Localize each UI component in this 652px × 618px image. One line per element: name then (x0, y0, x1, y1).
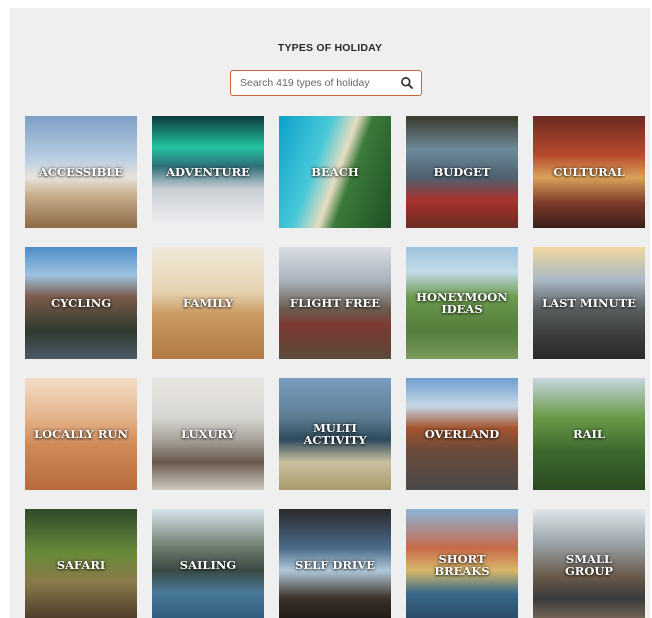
tile-self-drive[interactable]: SELF DRIVE (279, 509, 391, 618)
tile-label: BEACH (311, 165, 359, 179)
tile-cultural[interactable]: CULTURAL (533, 116, 645, 228)
tile-small-group[interactable]: SMALL GROUP (533, 509, 645, 618)
tile-label: RAIL (573, 427, 605, 441)
tile-label: HONEYMOON IDEAS (416, 290, 508, 316)
tile-label: MULTI ACTIVITY (303, 421, 367, 447)
tile-short-breaks[interactable]: SHORT BREAKS (406, 509, 518, 618)
tile-beach[interactable]: BEACH (279, 116, 391, 228)
tile-flight-free[interactable]: FLIGHT FREE (279, 247, 391, 359)
tile-budget[interactable]: BUDGET (406, 116, 518, 228)
tile-label: SMALL GROUP (564, 552, 614, 578)
tile-label: CYCLING (50, 296, 112, 310)
tile-label: LOCALLY RUN (34, 427, 128, 441)
tile-multi-activity[interactable]: MULTI ACTIVITY (279, 378, 391, 490)
tile-sailing[interactable]: SAILING (152, 509, 264, 618)
tile-label: BUDGET (433, 165, 491, 179)
tile-cycling[interactable]: CYCLING (25, 247, 137, 359)
tile-label: FLIGHT FREE (289, 296, 381, 310)
tile-locally-run[interactable]: LOCALLY RUN (25, 378, 137, 490)
holiday-types-panel: TYPES OF HOLIDAY ACCESSIBLE ADVENTURE BE… (10, 8, 650, 618)
tile-label: SAFARI (56, 558, 106, 572)
tile-accessible[interactable]: ACCESSIBLE (25, 116, 137, 228)
tile-label: ACCESSIBLE (38, 165, 124, 179)
tile-last-minute[interactable]: LAST MINUTE (533, 247, 645, 359)
tile-adventure[interactable]: ADVENTURE (152, 116, 264, 228)
search-box[interactable] (230, 70, 422, 96)
tile-safari[interactable]: SAFARI (25, 509, 137, 618)
search-input[interactable] (231, 71, 400, 95)
tile-rail[interactable]: RAIL (533, 378, 645, 490)
tile-luxury[interactable]: LUXURY (152, 378, 264, 490)
tile-label: FAMILY (182, 296, 234, 310)
tile-label: LAST MINUTE (542, 296, 636, 310)
tile-label: SHORT BREAKS (434, 552, 490, 578)
tile-label: OVERLAND (424, 427, 500, 441)
tile-label: ADVENTURE (166, 165, 250, 179)
tile-label: SELF DRIVE (295, 558, 375, 572)
tile-label: LUXURY (181, 427, 235, 441)
tile-honeymoon-ideas[interactable]: HONEYMOON IDEAS (406, 247, 518, 359)
tile-label: SAILING (179, 558, 237, 572)
tile-family[interactable]: FAMILY (152, 247, 264, 359)
search-icon[interactable] (400, 76, 414, 90)
tile-overland[interactable]: OVERLAND (406, 378, 518, 490)
tile-label: CULTURAL (553, 165, 625, 179)
page-title: TYPES OF HOLIDAY (277, 42, 383, 54)
